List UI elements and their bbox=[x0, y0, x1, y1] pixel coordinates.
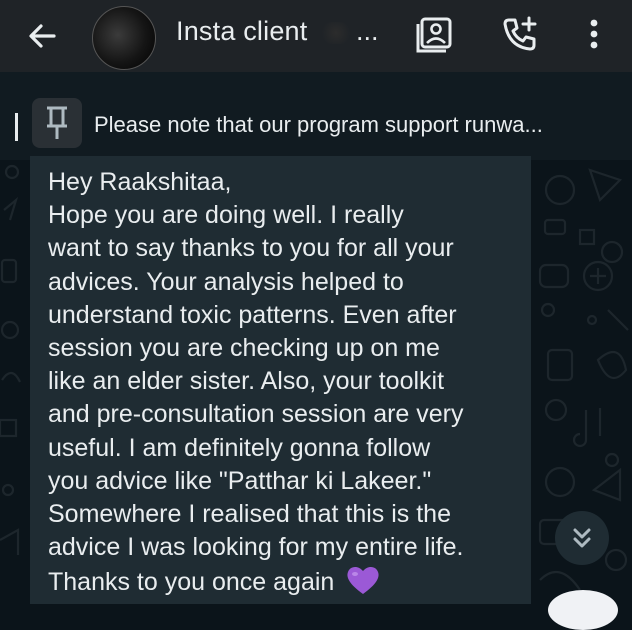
pin-icon-box bbox=[32, 98, 82, 148]
message-line: Hope you are doing well. I really bbox=[48, 201, 404, 230]
pinned-indicator bbox=[15, 113, 18, 141]
contact-card-icon[interactable] bbox=[416, 14, 456, 54]
message-line: advice I was looking for my entire life. bbox=[48, 533, 464, 562]
add-call-icon[interactable] bbox=[500, 14, 540, 54]
title-ellipsis: ... bbox=[356, 16, 379, 46]
purple-heart-icon bbox=[347, 567, 379, 595]
pinned-message-text[interactable]: Please note that our program support run… bbox=[94, 112, 543, 138]
message-line: and pre-consultation session are very bbox=[48, 400, 464, 429]
chat-title[interactable]: Insta client bbox=[176, 16, 307, 47]
message-line: Thanks to you once again bbox=[48, 568, 335, 597]
message-text: Hey Raakshitaa, Hope you are doing well.… bbox=[48, 166, 528, 600]
message-line: Hey Raakshitaa, bbox=[48, 168, 232, 196]
message-line: Somewhere I realised that this is the bbox=[48, 500, 451, 529]
scroll-to-bottom-button[interactable] bbox=[555, 511, 609, 565]
message-line: session you are checking up on me bbox=[48, 334, 440, 363]
message-line: like an elder sister. Also, your toolkit bbox=[48, 367, 445, 396]
double-chevron-down-icon bbox=[573, 528, 591, 548]
pin-icon bbox=[47, 106, 67, 139]
message-line: understand toxic patterns. Even after bbox=[48, 300, 457, 329]
message-line: want to say thanks to you for all your bbox=[48, 234, 454, 263]
more-vertical-icon[interactable] bbox=[582, 14, 606, 54]
message-line: advices. Your analysis helped to bbox=[48, 267, 404, 296]
redacted-name bbox=[322, 22, 350, 44]
avatar[interactable] bbox=[92, 6, 156, 70]
arrow-left-icon[interactable] bbox=[24, 18, 60, 54]
message-line: you advice like "Patthar ki Lakeer." bbox=[48, 466, 432, 495]
message-line-last: Thanks to you once again bbox=[48, 564, 528, 599]
message-line: useful. I am definitely gonna follow bbox=[48, 433, 431, 462]
partial-element bbox=[548, 590, 618, 630]
